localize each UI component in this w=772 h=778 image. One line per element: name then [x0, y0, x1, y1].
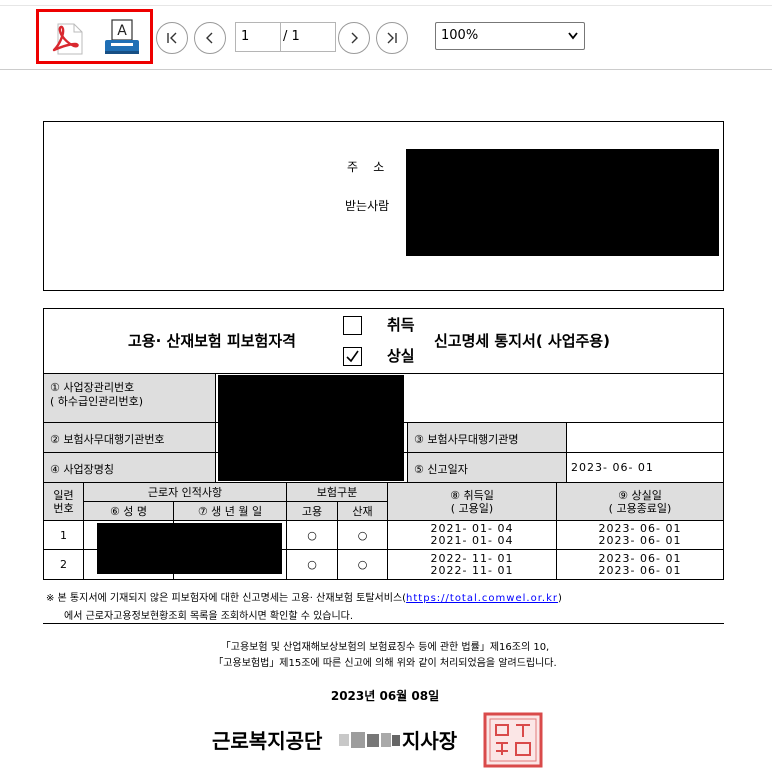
- col-loss-date-header: ⑨ 상실일 ( 고용종료일): [556, 482, 724, 521]
- field-1-line2: ( 하수급인관리번호): [50, 395, 144, 408]
- row-1-loss-2: 2023- 06- 01: [598, 534, 682, 547]
- zoom-select[interactable]: 100%: [435, 22, 585, 50]
- row-1-industrial: ○: [337, 520, 388, 550]
- field-1-line1: ① 사업장관리번호: [50, 381, 135, 394]
- col-loss-line1: ⑨ 상실일: [618, 488, 662, 502]
- redacted-address: [406, 149, 719, 256]
- notice-divider: [43, 623, 724, 624]
- checkmark-icon: [346, 350, 359, 363]
- col-acquire-date-header: ⑧ 취득일 ( 고용일): [387, 482, 557, 521]
- loss-checkbox: [343, 347, 362, 366]
- printer-icon[interactable]: A: [103, 18, 141, 58]
- row-2-acquire-2: 2022- 11- 01: [430, 563, 514, 577]
- col-insurance-header: 보험구분: [286, 482, 388, 502]
- row-2-industrial: ○: [337, 549, 388, 580]
- law-line-2: 「고용보험법」제15조에 따른 신고에 의해 위와 같이 처리되었음을 알려드립…: [213, 658, 557, 669]
- svg-text:A: A: [117, 23, 127, 39]
- total-service-link[interactable]: https://total.comwel.or.kr: [406, 593, 558, 604]
- col-serial-line1: 일련: [53, 488, 74, 502]
- field-report-date-value: 2023- 06- 01: [566, 452, 724, 483]
- row-1-acquire-2: 2021- 01- 04: [430, 534, 514, 547]
- previous-page-button[interactable]: [194, 22, 226, 54]
- notice-text: ※ 본 통지서에 기재되지 않은 피보험자에 대한 신고명세는 고용· 산재보험…: [46, 593, 407, 604]
- acquire-checkbox: [343, 316, 362, 335]
- field-agency-name-value: [566, 422, 724, 453]
- zoom-value: 100%: [441, 28, 479, 43]
- row-2-loss-date: 2023- 06- 01 2023- 06- 01: [556, 549, 724, 580]
- notice-line-1: ※ 본 통지서에 기재되지 않은 피보험자에 대한 신고명세는 고용· 산재보험…: [46, 589, 726, 604]
- notice-paren: ): [557, 593, 562, 604]
- acquire-label: 취득: [387, 316, 415, 334]
- row-2-employment: ○: [286, 549, 338, 580]
- col-birth-header: ⑦ 생 년 월 일: [173, 501, 287, 521]
- notice-line-2: 에서 근로자고용정보현황조회 목록을 조회하시면 확인할 수 있습니다.: [64, 611, 354, 622]
- chevron-right-icon: [351, 32, 358, 44]
- recipient-label: 받는사람: [345, 199, 390, 213]
- field-agency-number-label: ② 보험사무대행기관번호: [43, 422, 216, 453]
- row-1-loss-date: 2023- 06- 01 2023- 06- 01: [556, 520, 724, 550]
- col-acquire-line2: ( 고용일): [450, 501, 494, 515]
- field-agency-name-label: ③ 보험사무대행기관명: [407, 422, 567, 453]
- col-serial-header: 일련 번호: [43, 482, 84, 521]
- chevron-left-icon: [206, 32, 213, 44]
- col-employment-header: 고용: [286, 501, 338, 521]
- field-business-name-label: ④ 사업장명칭: [43, 452, 216, 483]
- row-2-acquire-date: 2022- 11- 01 2022- 11- 01: [387, 549, 557, 580]
- toolbar-divider: [0, 5, 772, 6]
- signature-title: 지사장: [402, 729, 458, 753]
- col-acquire-line1: ⑧ 취득일: [450, 488, 494, 502]
- row-2-loss-1: 2023- 06- 01: [598, 551, 682, 565]
- last-page-button[interactable]: [376, 22, 408, 54]
- signature-org: 근로복지공단: [212, 729, 323, 753]
- page-number-input[interactable]: 1: [235, 22, 281, 52]
- pdf-export-icon[interactable]: [50, 20, 86, 58]
- loss-label: 상실: [387, 347, 415, 365]
- col-worker-header: 근로자 인적사항: [83, 482, 287, 502]
- first-page-icon: [167, 32, 177, 44]
- col-name-header: ⑥ 성 명: [83, 501, 174, 521]
- field-business-number-label: ① 사업장관리번호 ( 하수급인관리번호): [43, 373, 216, 423]
- chevron-down-icon: [568, 32, 578, 40]
- row-2-serial: 2: [43, 549, 84, 580]
- last-page-icon: [387, 32, 397, 44]
- row-1-acquire-date: 2021- 01- 04 2021- 01- 04: [387, 520, 557, 550]
- form-title-left: 고용· 산재보험 피보험자격: [128, 332, 296, 350]
- first-page-button[interactable]: [156, 22, 188, 54]
- redacted-business-info: [218, 375, 404, 481]
- next-page-button[interactable]: [338, 22, 370, 54]
- field-report-date-label: ⑤ 신고일자: [407, 452, 567, 483]
- form-title-right: 신고명세 통지서( 사업주용): [434, 332, 610, 350]
- redacted-worker-info: [97, 523, 282, 574]
- issue-date: 2023년 06월 08일: [330, 689, 440, 703]
- col-serial-line2: 번호: [53, 501, 74, 515]
- row-2-loss-2: 2023- 06- 01: [598, 563, 682, 577]
- official-seal: [482, 711, 544, 769]
- col-loss-line2: ( 고용종료일): [608, 501, 672, 515]
- address-label: 주 소: [347, 160, 385, 174]
- col-industrial-header: 산재: [337, 501, 388, 521]
- page-total: / 1: [281, 22, 336, 52]
- redacted-branch-name: [339, 731, 401, 749]
- law-line-1: 「고용보험 및 산업재해보상보험의 보험료징수 등에 관한 법률」제16조의 1…: [220, 642, 550, 653]
- row-1-employment: ○: [286, 520, 338, 550]
- row-2-acquire-1: 2022- 11- 01: [430, 551, 514, 565]
- row-1-serial: 1: [43, 520, 84, 550]
